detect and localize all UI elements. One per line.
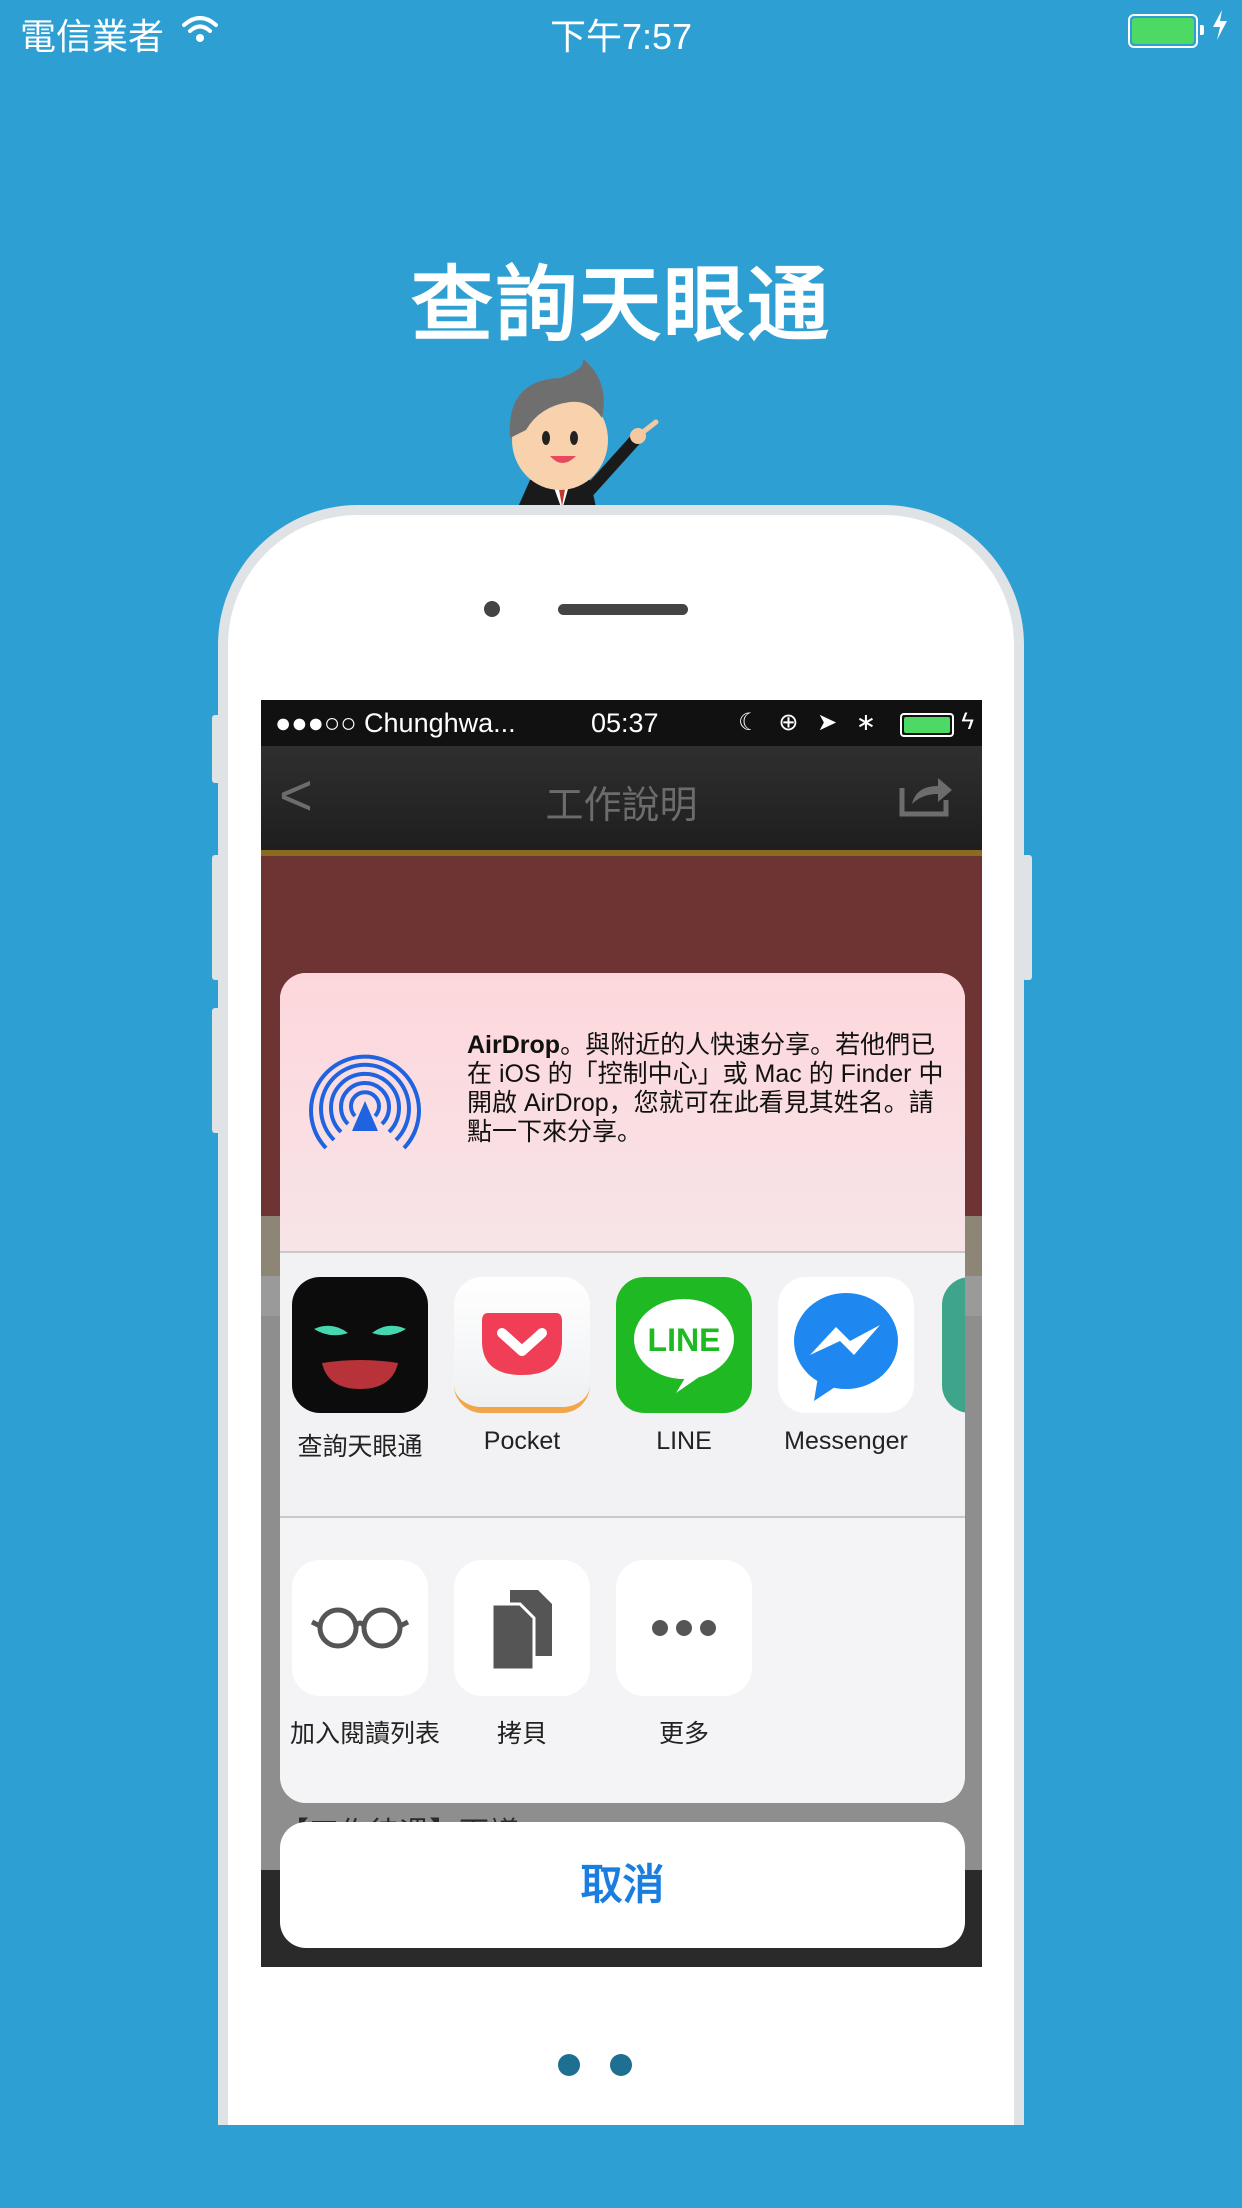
line-app-icon: LINE [616,1277,752,1413]
copy-icon [454,1560,590,1696]
inner-time: 05:37 [591,708,659,738]
app-line[interactable]: LINE LINE [614,1277,754,1456]
airdrop-section[interactable]: AirDrop。與附近的人快速分享。若他們已在 iOS 的「控制中心」或 Mac… [280,973,965,1253]
phone-camera [484,601,500,617]
phone-volume-down [212,1008,222,1133]
action-label: 加入閱讀列表 [290,1720,441,1748]
phone-power-button [1022,855,1032,980]
page-dot[interactable] [557,2054,580,2076]
action-copy[interactable]: 拷貝 [452,1560,592,1750]
battery-icon [1128,14,1204,48]
glasses-icon [292,1560,428,1696]
cancel-button[interactable]: 取消 [280,1822,965,1948]
inner-status-icons: ☾ ⊕ ➤ ∗ [738,709,882,736]
share-apps-row: 查詢天眼通 Pocket LINE LINE Messenger [280,1253,965,1518]
inner-nav-title: 工作說明 [545,785,698,827]
share-icon[interactable] [898,774,954,818]
inner-battery-icon [900,713,954,737]
share-actions-row: 加入閱讀列表 拷貝 更多 [280,1518,965,1803]
app-label: 查詢天眼通 [297,1433,423,1461]
partial-app-icon[interactable] [942,1277,965,1413]
more-icon [616,1560,752,1696]
action-add-reading-list[interactable]: 加入閱讀列表 [290,1560,441,1750]
action-more[interactable]: 更多 [614,1560,754,1750]
phone-mute-switch [212,715,222,783]
app-label: Messenger [784,1427,908,1455]
svg-text:LINE: LINE [648,1322,721,1358]
page-title: 查詢天眼通 [410,260,831,351]
page-dot[interactable] [610,2054,632,2076]
inner-nav-bar: < 工作說明 [261,746,982,856]
phone-volume-up [212,855,222,980]
page-dot-active[interactable] [662,2054,685,2076]
app-messenger[interactable]: Messenger [776,1277,916,1456]
airdrop-icon [304,1029,426,1151]
app-label: Pocket [483,1427,561,1455]
inner-carrier: ●●●○○ Chunghwa... [275,708,516,738]
charging-icon [1210,8,1230,51]
pocket-app-icon [454,1277,590,1413]
messenger-app-icon [778,1277,914,1413]
status-time: 下午7:57 [549,16,693,57]
page-indicator [0,2054,1242,2081]
action-label: 拷貝 [496,1720,547,1748]
inner-charging-icon: ϟ [961,708,974,735]
tianyantong-app-icon [292,1277,428,1413]
app-pocket[interactable]: Pocket [452,1277,592,1456]
airdrop-title: AirDrop [467,1031,561,1059]
airdrop-description: AirDrop。與附近的人快速分享。若他們已在 iOS 的「控制中心」或 Mac… [467,1031,947,1147]
phone-speaker [558,604,688,615]
action-label: 更多 [658,1720,709,1748]
share-sheet: AirDrop。與附近的人快速分享。若他們已在 iOS 的「控制中心」或 Mac… [280,973,965,1803]
app-tianyantong[interactable]: 查詢天眼通 [290,1277,430,1463]
inner-status-bar: ●●●○○ Chunghwa... 05:37 ☾ ⊕ ➤ ∗ ϟ [261,700,982,746]
status-bar: 電信業者 下午7:57 [0,0,1242,60]
app-label: LINE [656,1427,712,1455]
